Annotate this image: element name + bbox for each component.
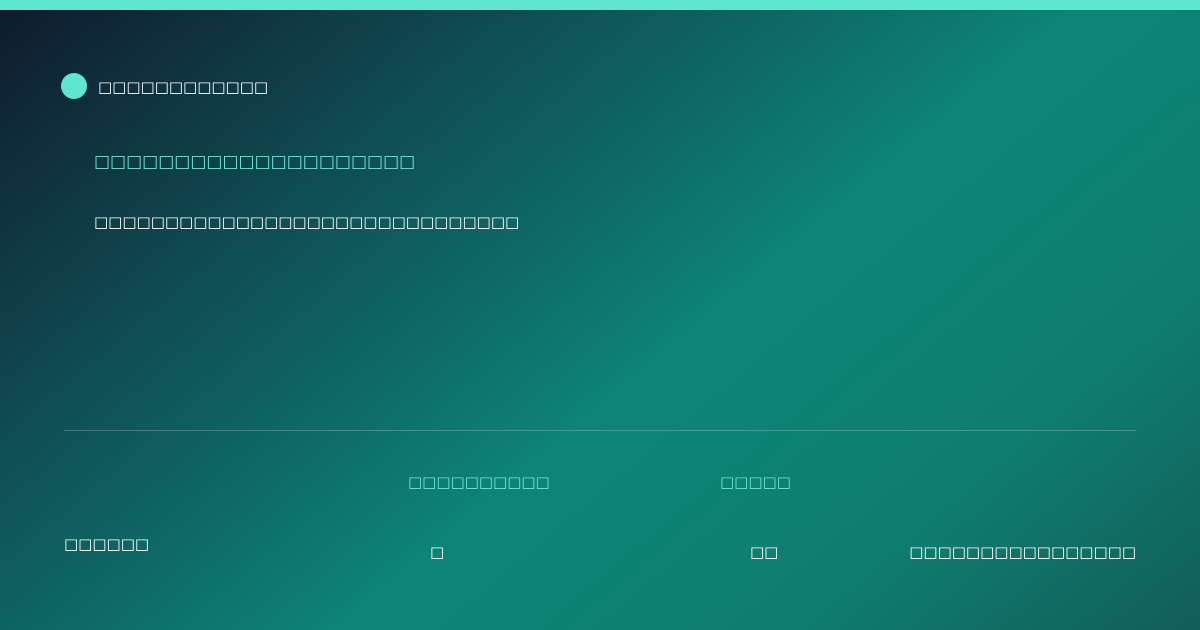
hero-subtitle: □□□□□□□□□□□□□□□□□□□□□□□□□□□□□□	[94, 213, 520, 231]
footer-divider	[64, 430, 1136, 431]
footer-left-text: □□□□□□	[64, 535, 150, 553]
hero-headline: □□□□□□□□□□□□□□□□□□□□	[94, 152, 416, 172]
stat-b-label: □□□□□	[720, 473, 791, 491]
brand-name: □□□□□□□□□□□□	[98, 78, 269, 96]
stat-a-label: □□□□□□□□□□	[408, 473, 550, 491]
accent-top-bar	[0, 0, 1200, 10]
stat-a-value: □	[430, 543, 445, 561]
brand-logo-dot-icon	[61, 73, 87, 99]
stat-b-value: □□	[750, 543, 779, 561]
footer-right-text: □□□□□□□□□□□□□□□□	[909, 543, 1136, 561]
